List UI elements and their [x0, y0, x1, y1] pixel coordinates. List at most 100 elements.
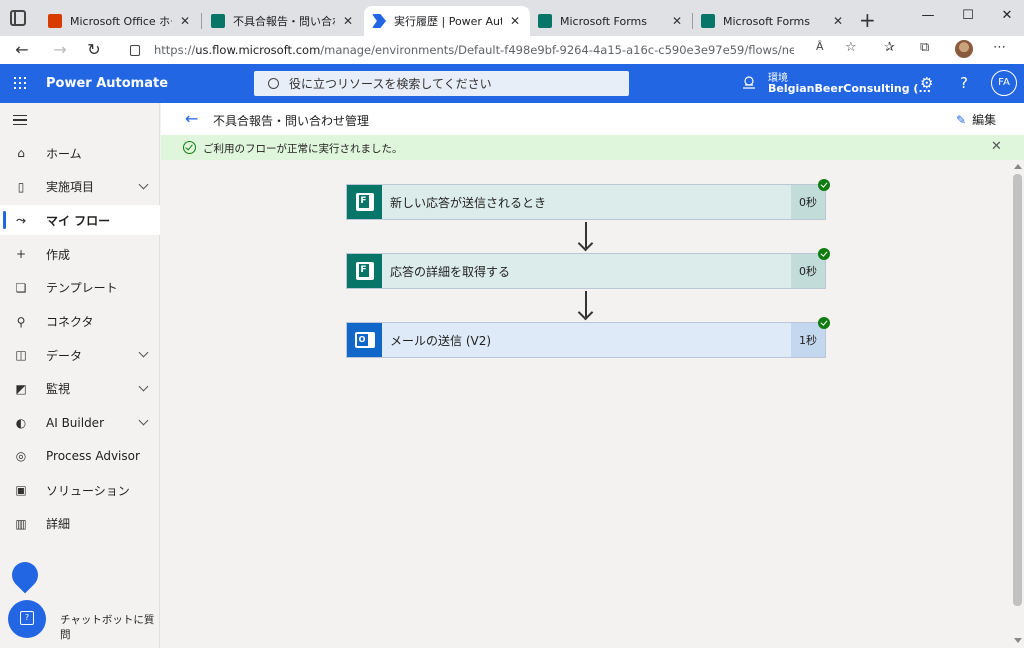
- flow-step-card[interactable]: メールの送信 (V2)1秒: [346, 322, 826, 358]
- sidebar-item-label: データ: [46, 348, 83, 363]
- chatbot-label[interactable]: チャットボットに質問: [60, 612, 159, 642]
- connector-icon-box: [347, 185, 382, 219]
- sidebar-item-4[interactable]: ❏ テンプレート: [0, 273, 160, 303]
- browser-tab[interactable]: Microsoft Forms ✕: [530, 6, 692, 36]
- browser-tab[interactable]: Microsoft Forms ✕: [693, 6, 853, 36]
- environment-icon: [743, 76, 755, 89]
- sidebar-item-1[interactable]: ▯ 実施項目: [0, 172, 160, 202]
- user-avatar[interactable]: FA: [991, 70, 1017, 96]
- tab-title: 実行履歴 | Power Automa: [394, 15, 502, 28]
- step-success-check-icon: [818, 179, 830, 191]
- dismiss-banner-icon[interactable]: ✕: [991, 139, 1002, 154]
- flow-step-card[interactable]: 新しい応答が送信されるとき0秒: [346, 184, 826, 220]
- close-tab-icon[interactable]: ✕: [831, 14, 845, 28]
- vertical-scrollbar[interactable]: [1011, 160, 1024, 648]
- new-tab-button[interactable]: +: [859, 8, 876, 32]
- back-icon[interactable]: ←: [12, 40, 32, 60]
- sidebar-item-6[interactable]: ◫ データ: [0, 340, 160, 370]
- outlook-icon: [354, 332, 375, 348]
- database-icon: ◫: [15, 348, 27, 363]
- close-tab-icon[interactable]: ✕: [670, 14, 684, 28]
- sidebar-item-8[interactable]: ◐ AI Builder: [0, 408, 160, 438]
- flow-step-card[interactable]: 応答の詳細を取得する0秒: [346, 253, 826, 289]
- settings-gear-icon[interactable]: ⚙: [920, 74, 933, 92]
- virtual-agent-bubble-icon[interactable]: [6, 556, 44, 594]
- maximize-button[interactable]: ☐: [958, 8, 978, 23]
- connector-icon-box: [347, 254, 382, 288]
- forms-icon: [355, 262, 374, 280]
- tab-title: 不具合報告・問い合わせフォ: [233, 15, 335, 28]
- search-placeholder: 役に立つリソースを検索してください: [289, 77, 492, 91]
- sidebar-item-7[interactable]: ◩ 監視: [0, 374, 160, 404]
- scroll-down-icon[interactable]: [1014, 638, 1022, 643]
- chevron-down-icon[interactable]: [138, 381, 149, 392]
- sidebar-item-3[interactable]: + 作成: [0, 239, 160, 269]
- sidebar-item-9[interactable]: ◎ Process Advisor: [0, 441, 160, 471]
- success-check-icon: [183, 141, 196, 154]
- refresh-icon[interactable]: ↻: [84, 40, 104, 60]
- monitor-icon: ◩: [15, 381, 27, 396]
- office-icon: [48, 14, 62, 28]
- process-advisor-icon: ◎: [15, 449, 27, 464]
- chevron-down-icon[interactable]: [138, 347, 149, 358]
- sidebar-item-10[interactable]: ▣ ソリューション: [0, 475, 160, 505]
- close-window-button[interactable]: ✕: [997, 8, 1017, 23]
- sidebar-item-11[interactable]: ▥ 詳細: [0, 509, 160, 539]
- sidebar-item-label: 実施項目: [46, 180, 95, 195]
- sidebar-item-label: マイ フロー: [46, 213, 111, 228]
- favorites-icon[interactable]: ✰: [884, 40, 895, 55]
- tab-title: Microsoft Office ホーム: [70, 15, 172, 28]
- flow-connector-arrow-icon: [585, 222, 587, 248]
- app-launcher-icon[interactable]: [14, 77, 26, 89]
- app-name[interactable]: Power Automate: [46, 76, 168, 91]
- chevron-down-icon[interactable]: [138, 415, 149, 426]
- step-success-check-icon: [818, 248, 830, 260]
- sidebar-item-5[interactable]: ⚲ コネクタ: [0, 307, 160, 337]
- sidebar-item-label: Process Advisor: [46, 449, 140, 464]
- minimize-button[interactable]: —: [918, 8, 938, 23]
- chatbot-button[interactable]: ?: [8, 600, 46, 638]
- close-tab-icon[interactable]: ✕: [508, 14, 522, 28]
- browser-tab-strip: Microsoft Office ホーム ✕ 不具合報告・問い合わせフォ ✕ 実…: [0, 0, 1024, 36]
- collections-icon[interactable]: ⧉: [920, 40, 929, 55]
- sidebar-item-label: テンプレート: [46, 281, 118, 296]
- scroll-thumb[interactable]: [1013, 174, 1022, 606]
- favorite-star-icon[interactable]: ☆: [845, 40, 857, 55]
- environment-name[interactable]: BelgianBeerConsulting (...: [768, 82, 931, 95]
- forward-icon[interactable]: →: [50, 40, 70, 60]
- tab-actions-icon[interactable]: [10, 10, 26, 26]
- edit-button[interactable]: ✎ 編集: [956, 111, 996, 128]
- browser-tab[interactable]: 不具合報告・問い合わせフォ ✕: [203, 6, 363, 36]
- hamburger-menu-icon[interactable]: [13, 115, 27, 125]
- scroll-up-icon[interactable]: [1014, 164, 1022, 169]
- close-tab-icon[interactable]: ✕: [178, 14, 192, 28]
- sidebar-item-2[interactable]: ⤳ マイ フロー: [0, 205, 160, 236]
- tab-separator: [201, 13, 202, 29]
- more-menu-icon[interactable]: ⋯: [993, 40, 1006, 55]
- step-success-check-icon: [818, 317, 830, 329]
- power-automate-icon: [372, 14, 386, 28]
- browser-tab-active[interactable]: 実行履歴 | Power Automa ✕: [364, 6, 530, 36]
- template-icon: ❏: [15, 280, 27, 295]
- sidebar-item-0[interactable]: ⌂ ホーム: [0, 138, 160, 168]
- forms-icon: [211, 14, 225, 28]
- profile-avatar[interactable]: [955, 40, 973, 58]
- help-icon[interactable]: ?: [960, 74, 968, 92]
- flow-canvas: 新しい応答が送信されるとき0秒応答の詳細を取得する0秒メールの送信 (V2)1秒: [161, 160, 1011, 648]
- lock-icon[interactable]: [130, 44, 140, 56]
- search-input[interactable]: 役に立つリソースを検索してください: [254, 71, 629, 96]
- url-text: https://us.flow.microsoft.com/manage/env…: [154, 43, 794, 57]
- chevron-down-icon[interactable]: [138, 179, 149, 190]
- sidebar-item-label: ホーム: [46, 146, 82, 161]
- sidebar-item-label: 監視: [46, 382, 71, 397]
- edit-label: 編集: [972, 113, 997, 127]
- close-tab-icon[interactable]: ✕: [341, 14, 355, 28]
- plus-icon: +: [15, 247, 27, 262]
- browser-tab[interactable]: Microsoft Office ホーム ✕: [40, 6, 200, 36]
- address-bar[interactable]: https://us.flow.microsoft.com/manage/env…: [116, 38, 870, 62]
- back-arrow-icon[interactable]: ←: [185, 109, 198, 128]
- tab-title: Microsoft Forms: [560, 14, 647, 28]
- app-header: Power Automate 役に立つリソースを検索してください 環境 Belg…: [0, 64, 1024, 103]
- search-icon: [268, 78, 279, 89]
- read-aloud-icon[interactable]: Ȃ: [816, 40, 824, 53]
